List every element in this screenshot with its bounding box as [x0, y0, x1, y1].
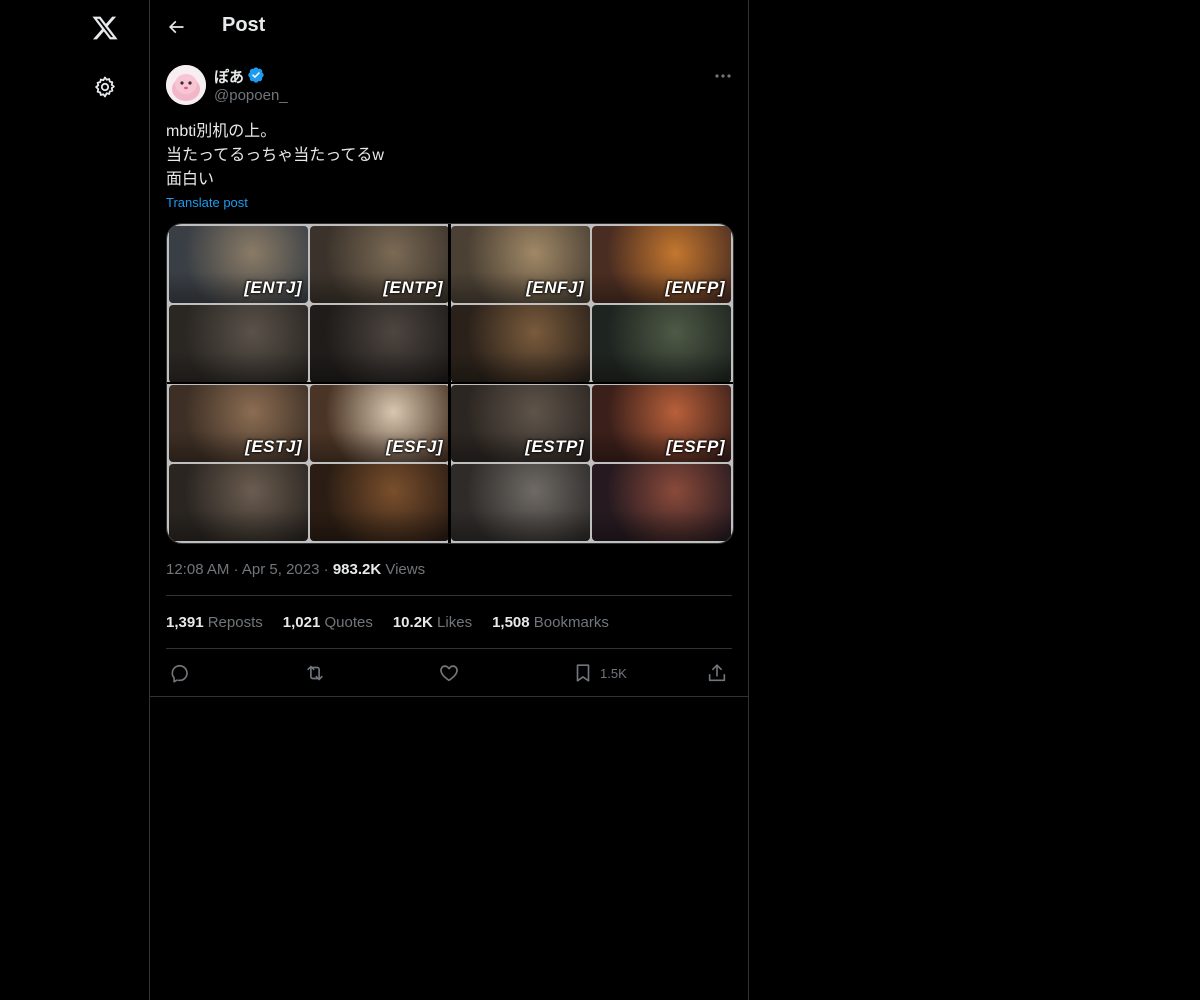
mbti-type-label: [ENFJ]: [526, 278, 584, 298]
post-text: mbti別机の上。 当たってるっちゃ当たってるw 面白い: [166, 120, 384, 192]
media-tile: [592, 463, 731, 541]
stat-label: Reposts: [207, 614, 263, 631]
stat-count: 1,508: [492, 614, 530, 631]
post-date[interactable]: Apr 5, 2023: [242, 561, 320, 578]
stat-quotes[interactable]: 1,021 Quotes: [283, 614, 373, 631]
media-tile: [ESTP]: [451, 384, 590, 462]
stat-count: 1,391: [166, 614, 204, 631]
post-stats: 1,391 Reposts 1,021 Quotes 10.2K Likes 1…: [166, 614, 609, 631]
media-tile: [451, 463, 590, 541]
bookmark-icon: [576, 664, 590, 682]
repost-icon: [307, 665, 323, 681]
views-count: 983.2K: [332, 561, 382, 578]
author-handle[interactable]: @popoen_: [214, 87, 288, 104]
mbti-type-label: [ENTJ]: [244, 278, 302, 298]
stat-label: Bookmarks: [533, 614, 609, 631]
post-media[interactable]: [ENTJ] [ENTP] [ENFJ] [ENFP] [ESTJ] [ESFJ] [EST…: [166, 223, 734, 544]
bookmark-count: 1.5K: [600, 665, 627, 681]
author-display-name[interactable]: ぽあ: [214, 66, 244, 87]
media-tile: [451, 305, 590, 383]
stat-likes[interactable]: 10.2K Likes: [393, 614, 472, 631]
translate-post-link[interactable]: Translate post: [166, 195, 248, 210]
avatar-image: [166, 65, 206, 105]
more-horizontal-icon: [715, 74, 731, 78]
media-tile: [ENFJ]: [451, 226, 590, 304]
verified-badge-icon: [247, 66, 265, 89]
divider: [166, 595, 732, 596]
desk-surface: [169, 510, 308, 541]
desk-surface: [592, 510, 731, 541]
desk-surface: [310, 510, 449, 541]
main-column: Post ぽあ @popoen_ mbti別机の上。 当たってるっちゃ当たってる…: [150, 0, 748, 1000]
post-text-line: 当たってるっちゃ当たってるw: [166, 147, 384, 164]
reply-icon: [171, 664, 188, 683]
action-bar: 1.5K: [166, 659, 732, 687]
media-tile: [169, 463, 308, 541]
media-tile: [169, 305, 308, 383]
back-button[interactable]: [158, 9, 194, 45]
share-icon: [708, 664, 726, 682]
mbti-type-label: [ESTP]: [525, 436, 584, 456]
header: Post: [150, 0, 748, 53]
arrow-left-icon: [168, 20, 184, 34]
desk-surface: [451, 510, 590, 541]
stat-count: 10.2K: [392, 614, 433, 631]
stat-bookmarks[interactable]: 1,508 Bookmarks: [492, 614, 609, 631]
media-divider: [448, 224, 451, 543]
divider: [150, 696, 748, 697]
desk-surface: [592, 351, 731, 383]
media-tile: [ESFJ]: [310, 384, 449, 462]
column-divider-right: [748, 0, 749, 1000]
media-tile: [592, 305, 731, 383]
views-label: Views: [385, 561, 426, 578]
post-text-line: mbti別机の上。: [166, 123, 277, 140]
reply-button[interactable]: [170, 659, 192, 687]
mbti-type-label: [ENFP]: [665, 278, 725, 298]
mbti-type-label: [ESFJ]: [386, 436, 443, 456]
repost-button[interactable]: [304, 659, 326, 687]
mbti-type-label: [ENTP]: [383, 278, 443, 298]
left-nav: [0, 0, 149, 1000]
page-title: Post: [222, 14, 266, 36]
desk-surface: [169, 351, 308, 383]
avatar[interactable]: [166, 65, 206, 105]
desk-surface: [310, 351, 449, 383]
stat-label: Quotes: [324, 614, 373, 631]
post-text-line: 面白い: [166, 171, 215, 188]
media-tile: [ENTP]: [310, 226, 449, 304]
like-button[interactable]: [438, 659, 460, 687]
gear-icon: [95, 76, 115, 98]
stat-count: 1,021: [282, 614, 321, 631]
separator-dot: ·: [323, 561, 333, 578]
media-tile: [ESFP]: [592, 384, 731, 462]
media-tile: [ENTJ]: [169, 226, 308, 304]
separator-dot: ·: [233, 561, 242, 578]
divider: [166, 648, 732, 649]
x-logo-icon: [92, 16, 118, 40]
stat-reposts[interactable]: 1,391 Reposts: [166, 614, 263, 631]
post-meta: 12:08 AM · Apr 5, 2023 · 983.2K Views: [166, 561, 425, 578]
more-options-button[interactable]: [710, 66, 736, 86]
media-tile: [310, 305, 449, 383]
desk-surface: [451, 351, 590, 383]
heart-icon: [440, 665, 458, 682]
stat-label: Likes: [437, 614, 473, 631]
mbti-type-label: [ESTJ]: [245, 436, 302, 456]
media-tile: [310, 463, 449, 541]
settings-button[interactable]: [81, 63, 129, 111]
media-tile: [ESTJ]: [169, 384, 308, 462]
media-tile: [ENFP]: [592, 226, 731, 304]
share-button[interactable]: [706, 659, 728, 687]
mbti-type-label: [ESFP]: [666, 436, 725, 456]
x-logo-button[interactable]: [81, 4, 129, 52]
post-time[interactable]: 12:08 AM: [166, 561, 229, 578]
bookmark-button[interactable]: 1.5K: [572, 659, 627, 687]
